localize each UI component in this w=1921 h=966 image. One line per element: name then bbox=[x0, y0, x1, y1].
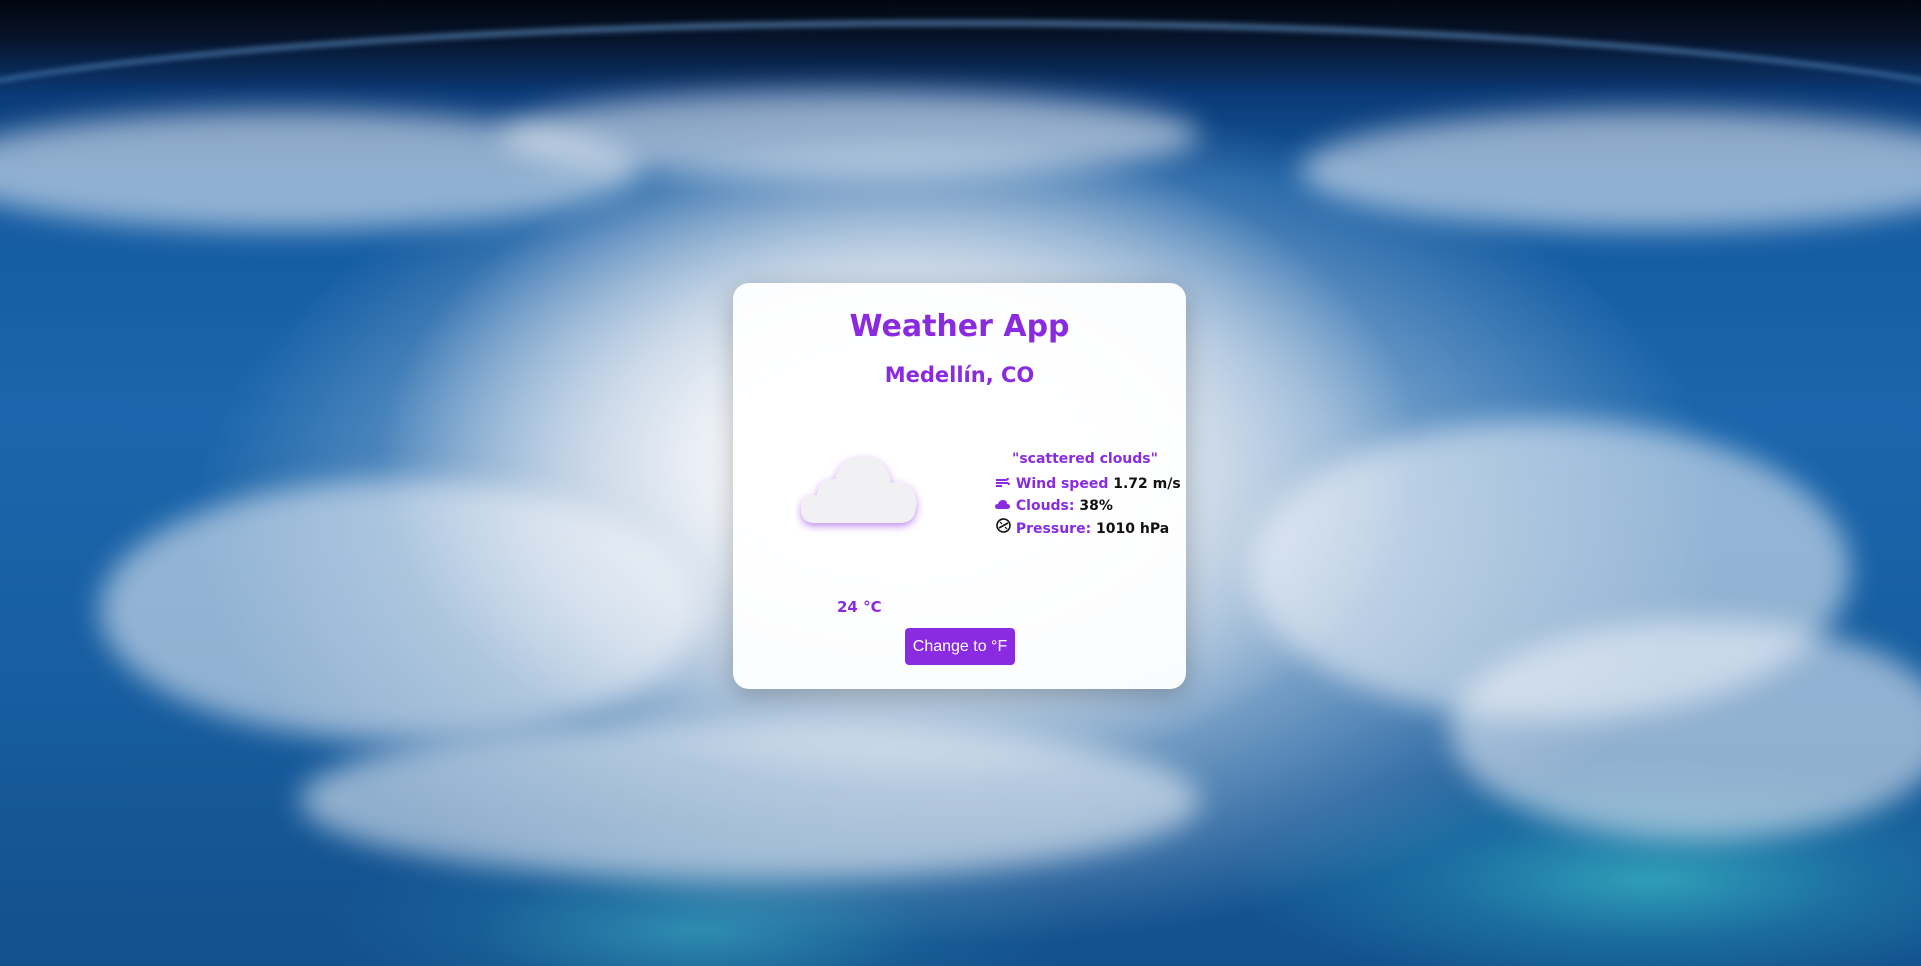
cloud-icon bbox=[801, 457, 917, 523]
weather-card: Weather App Medellín, CO "scattered clou… bbox=[733, 283, 1186, 689]
gauge-icon bbox=[995, 517, 1011, 541]
app-title: Weather App bbox=[849, 309, 1070, 344]
pressure-label: Pressure: bbox=[1015, 521, 1092, 537]
weather-description: "scattered clouds" bbox=[1012, 451, 1158, 467]
temperature-value: 24 °C bbox=[837, 598, 882, 616]
small-cloud-icon bbox=[995, 495, 1011, 517]
change-unit-button[interactable]: Change to °F bbox=[905, 628, 1015, 665]
clouds-value: 38% bbox=[1079, 498, 1113, 514]
city-name: Medellín, CO bbox=[884, 363, 1035, 387]
pressure-value: 1010 hPa bbox=[1096, 521, 1170, 537]
pressure-row: Pressure: 1010 hPa bbox=[995, 517, 1175, 539]
clouds-label: Clouds: bbox=[1015, 498, 1075, 514]
wind-speed-label: Wind speed bbox=[1015, 476, 1109, 492]
wind-speed-row: Wind speed 1.72 m/s bbox=[995, 473, 1181, 495]
wind-icon bbox=[995, 473, 1011, 495]
wind-speed-value: 1.72 m/s bbox=[1113, 476, 1181, 492]
clouds-row: Clouds: 38% bbox=[995, 495, 1175, 517]
weather-details: "scattered clouds" Wind speed 1.72 m/s C… bbox=[995, 451, 1181, 539]
